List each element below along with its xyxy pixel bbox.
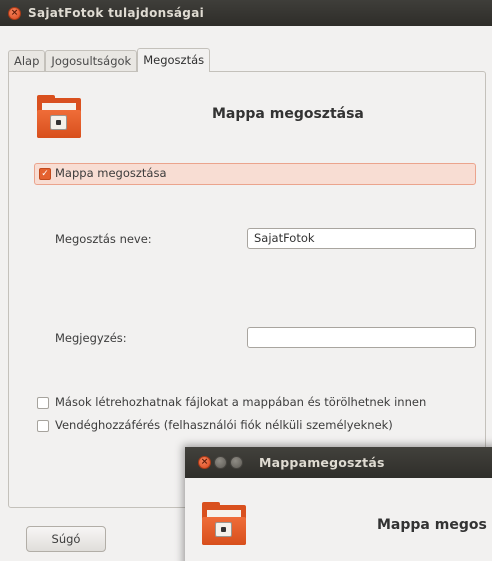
tab-bar: Alap Jogosultságok Megosztás [8,48,211,72]
window-title: SajatFotok tulajdonságai [28,6,205,20]
tab-megosztas[interactable]: Megosztás [137,48,211,72]
folder-share-icon [202,502,246,545]
share-folder-label: Mappa megosztása [55,166,167,180]
sharing-dialog-titlebar: × Mappamegosztás [185,447,492,478]
comment-input[interactable] [247,327,476,348]
close-icon[interactable]: × [8,7,21,20]
window-titlebar: × SajatFotok tulajdonságai [0,0,492,26]
allow-others-checkbox[interactable] [37,397,49,409]
comment-label: Megjegyzés: [55,331,127,345]
close-icon[interactable]: × [198,456,211,469]
share-name-input[interactable]: SajatFotok [247,228,476,249]
sharing-dialog: × Mappamegosztás Mappa megos [185,447,492,561]
sharing-dialog-title: Mappamegosztás [259,455,385,470]
tab-alap[interactable]: Alap [8,50,46,72]
guest-access-label: Vendéghozzáférés (felhasználói fiók nélk… [55,418,393,432]
sharing-dialog-heading: Mappa megos [377,517,487,533]
help-button[interactable]: Súgó [26,526,106,552]
folder-share-icon [37,95,81,138]
share-folder-checkbox[interactable]: ✓ [39,168,51,180]
allow-others-label: Mások létrehozhatnak fájlokat a mappában… [55,395,427,409]
minimize-icon[interactable] [214,456,227,469]
guest-access-checkbox[interactable] [37,420,49,432]
share-name-label: Megosztás neve: [55,232,152,246]
sharing-heading: Mappa megosztása [212,106,364,122]
maximize-icon[interactable] [230,456,243,469]
tab-jogosultsagok[interactable]: Jogosultságok [45,50,138,72]
